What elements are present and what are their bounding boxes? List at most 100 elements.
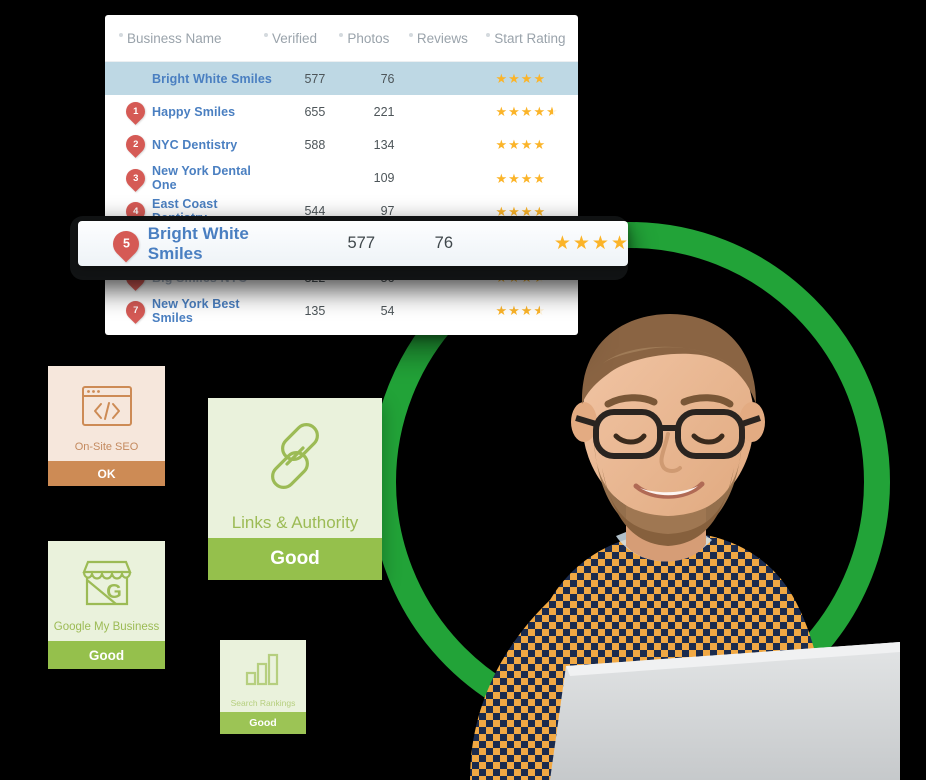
magnified-row[interactable]: 5 Bright White Smiles 577 76 ★ ★ ★ ★ (78, 221, 628, 266)
map-pin-number: 5 (122, 236, 130, 251)
person-photo (430, 300, 900, 780)
magnified-star-rating: ★ ★ ★ ★ (554, 234, 628, 253)
cell-business-name[interactable]: New York Dental One (152, 164, 276, 192)
cell-verified: 655 (304, 104, 326, 119)
card-body: Search Rankings (220, 640, 306, 712)
cell-photos: 54 (380, 303, 395, 318)
star-full-icon: ★ (508, 71, 520, 87)
cell-photos: 76 (380, 71, 395, 86)
cell-verified: 577 (304, 71, 326, 86)
cell-photos: 109 (373, 171, 395, 186)
magnified-photos-value: 76 (434, 234, 453, 252)
cell-verified: 135 (304, 303, 326, 318)
chain-link-icon (257, 418, 333, 499)
star-full-icon: ★ (520, 303, 533, 319)
star-full-icon: ★ (533, 170, 546, 186)
star-full-icon: ★ (508, 104, 520, 120)
card-body: G Google My Business (48, 541, 165, 641)
column-header-verified[interactable]: Verified (263, 30, 339, 46)
map-pin-number: 7 (132, 305, 139, 317)
column-label: Reviews (416, 30, 468, 46)
star-full-icon: ★ (520, 71, 533, 87)
map-pin: 7 (119, 297, 152, 325)
magnified-business-name[interactable]: Bright White Smiles (148, 224, 305, 264)
table-row[interactable]: Bright White Smiles 577 76 ★ ★ ★ ★ (105, 62, 578, 96)
business-listing-table: Business Name Verified Photos Reviews St… (105, 15, 578, 335)
star-full-icon: ★ (553, 233, 571, 254)
card-body: On-Site SEO (48, 366, 165, 461)
star-full-icon: ★ (572, 233, 590, 254)
column-header-start-rating[interactable]: Start Rating (486, 31, 578, 46)
map-pin-number: 4 (132, 205, 139, 217)
map-pin-icon: 3 (122, 164, 149, 192)
star-full-icon: ★ (520, 137, 533, 153)
star-full-icon: ★ (508, 170, 520, 186)
star-full-icon: ★ (520, 170, 533, 186)
star-full-icon: ★ (533, 104, 546, 120)
cell-star-rating: ★★★★ (495, 303, 578, 319)
score-card-search-rankings[interactable]: Search Rankings Good (220, 640, 306, 734)
table-header-row: Business Name Verified Photos Reviews St… (105, 15, 578, 62)
screenshot-stage: Business Name Verified Photos Reviews St… (0, 0, 926, 780)
star-full-icon: ★ (495, 71, 508, 87)
sort-indicator-icon (119, 33, 123, 37)
cell-photos: 221 (373, 104, 395, 119)
map-pin-icon: 1 (122, 98, 149, 126)
sort-indicator-icon (408, 33, 413, 37)
star-full-icon: ★ (520, 104, 533, 120)
cell-business-name[interactable]: Bright White Smiles (152, 72, 276, 86)
star-full-icon: ★ (533, 137, 546, 153)
table-row[interactable]: 7 New York Best Smiles 135 54 ★ ★ ★ ★ (105, 294, 578, 327)
map-pin-number: 1 (132, 106, 139, 118)
cell-business-name[interactable]: NYC Dentistry (152, 138, 276, 152)
cell-business-name[interactable]: Happy Smiles (152, 105, 276, 119)
cell-verified: 588 (304, 137, 326, 152)
cell-business-name[interactable]: New York Best Smiles (152, 297, 276, 325)
table-row[interactable]: 1 Happy Smiles 655 221 ★ ★ ★ ★ ★ (105, 95, 578, 128)
column-header-photos[interactable]: Photos (339, 31, 409, 46)
star-full-icon: ★ (508, 137, 520, 153)
sort-indicator-icon (339, 33, 344, 37)
card-label: Search Rankings (230, 697, 296, 708)
star-full-icon: ★ (591, 233, 609, 254)
map-pin: 1 (119, 98, 152, 126)
card-label: On-Site SEO (74, 441, 139, 453)
cell-star-rating: ★ ★ ★ ★ ★ (495, 104, 578, 120)
map-pin: 5 (104, 225, 148, 262)
map-pin: 3 (119, 164, 152, 192)
map-pin-number: 3 (132, 172, 139, 184)
score-card-on-site-seo[interactable]: On-Site SEO OK (48, 366, 165, 486)
score-card-google-my-business[interactable]: G Google My Business Good (48, 541, 165, 669)
cell-star-rating: ★★★★ (495, 138, 578, 151)
card-status-badge: Good (48, 641, 165, 669)
card-body: Links & Authority (208, 398, 382, 538)
card-label: Links & Authority (231, 512, 359, 532)
svg-text:G: G (106, 581, 122, 603)
sort-indicator-icon (263, 33, 268, 37)
card-status-badge: Good (208, 538, 382, 580)
sort-indicator-icon (486, 33, 491, 37)
cell-photos: 134 (373, 137, 395, 152)
column-label: Verified (271, 30, 317, 46)
star-half-icon: ★ (533, 304, 547, 318)
table-body: Bright White Smiles 577 76 ★ ★ ★ ★ 1 Happy Smile… (105, 62, 578, 328)
star-half-icon: ★ (546, 105, 560, 119)
column-label: Start Rating (494, 30, 566, 46)
card-status-badge: OK (48, 461, 165, 486)
magnified-verified-value: 577 (347, 234, 376, 252)
code-window-icon (80, 384, 134, 433)
map-pin-icon: 2 (122, 131, 149, 159)
card-label: Google My Business (53, 620, 160, 633)
column-label: Business Name (127, 30, 222, 46)
map-pin: 2 (119, 131, 152, 159)
star-full-icon: ★ (495, 303, 508, 319)
column-header-business-name[interactable]: Business Name (119, 31, 264, 46)
score-card-links-authority[interactable]: Links & Authority Good (208, 398, 382, 580)
bar-chart-icon (243, 651, 283, 692)
storefront-icon: G (78, 558, 136, 613)
table-row[interactable]: 3 New York Dental One 109 ★ ★ ★ ★ (105, 162, 578, 195)
star-full-icon: ★ (495, 170, 508, 186)
column-label: Photos (347, 30, 390, 46)
column-header-reviews[interactable]: Reviews (408, 30, 486, 46)
table-row[interactable]: 2 NYC Dentistry 588 134 ★ ★ ★ ★ (105, 128, 578, 161)
